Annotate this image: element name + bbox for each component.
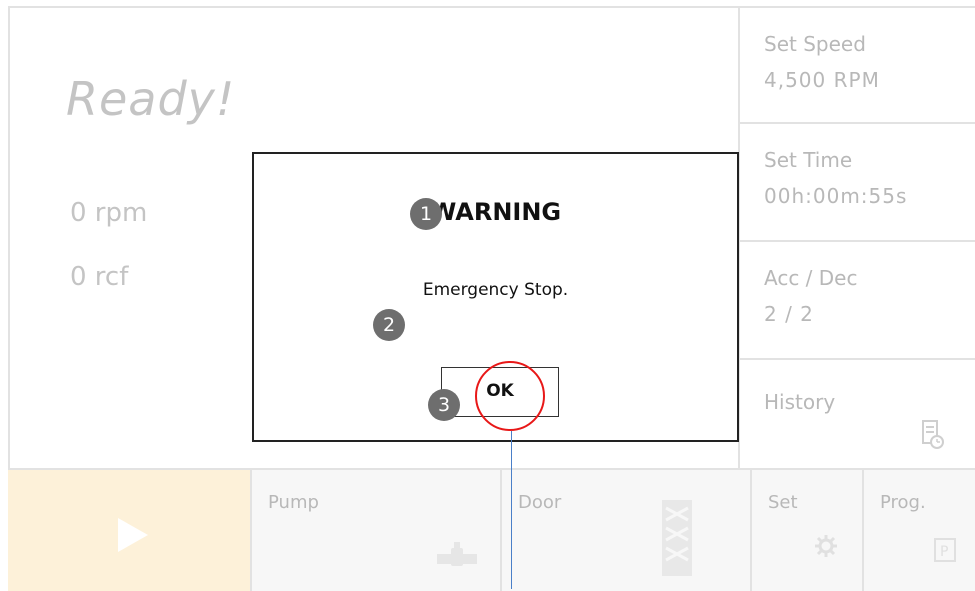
svg-text:P: P bbox=[940, 544, 948, 560]
set-speed-value: 4,500 RPM bbox=[764, 68, 880, 92]
prog-icon: P bbox=[934, 538, 956, 562]
annotation-marker-3: 3 bbox=[428, 389, 460, 421]
gear-icon bbox=[815, 535, 837, 557]
pump-icon bbox=[437, 542, 477, 566]
annotation-marker-2: 2 bbox=[373, 309, 405, 341]
set-time-value: 00h:00m:55s bbox=[764, 184, 908, 208]
set-speed-card[interactable]: Set Speed 4,500 RPM bbox=[740, 8, 975, 124]
history-card[interactable]: History bbox=[740, 360, 975, 468]
set-time-card[interactable]: Set Time 00h:00m:55s bbox=[740, 124, 975, 242]
pump-button[interactable]: Pump bbox=[250, 470, 500, 591]
acc-dec-value: 2 / 2 bbox=[764, 302, 814, 326]
door-button[interactable]: Door bbox=[500, 470, 750, 591]
set-time-label: Set Time bbox=[764, 148, 853, 172]
annotation-marker-1: 1 bbox=[410, 198, 442, 230]
set-label: Set bbox=[768, 492, 798, 513]
history-icon bbox=[922, 420, 944, 449]
set-speed-label: Set Speed bbox=[764, 32, 866, 56]
pump-label: Pump bbox=[268, 492, 319, 513]
click-highlight-circle bbox=[475, 361, 545, 431]
play-icon bbox=[118, 518, 148, 552]
prog-button[interactable]: Prog. P bbox=[862, 470, 975, 591]
door-label: Door bbox=[518, 492, 562, 513]
settings-side-panel: Set Speed 4,500 RPM Set Time 00h:00m:55s… bbox=[738, 8, 975, 468]
history-label: History bbox=[764, 390, 836, 414]
door-icon bbox=[662, 500, 692, 576]
prog-label: Prog. bbox=[880, 492, 926, 513]
bottom-action-bar: Pump Door Set Prog. P bbox=[8, 468, 975, 591]
dialog-message: Emergency Stop. bbox=[422, 280, 569, 300]
acc-dec-card[interactable]: Acc / Dec 2 / 2 bbox=[740, 242, 975, 360]
start-button[interactable] bbox=[8, 470, 250, 591]
pointer-guide-line bbox=[511, 431, 512, 589]
status-title: Ready! bbox=[66, 72, 236, 126]
speed-reading: 0 rpm bbox=[70, 198, 148, 228]
dialog-title: WARNING bbox=[429, 198, 562, 226]
centrifuge-screen: Ready! 0 rpm 0 rcf Set Speed 4,500 RPM S… bbox=[0, 0, 975, 591]
set-button[interactable]: Set bbox=[750, 470, 862, 591]
force-reading: 0 rcf bbox=[70, 262, 129, 292]
acc-dec-label: Acc / Dec bbox=[764, 266, 858, 290]
